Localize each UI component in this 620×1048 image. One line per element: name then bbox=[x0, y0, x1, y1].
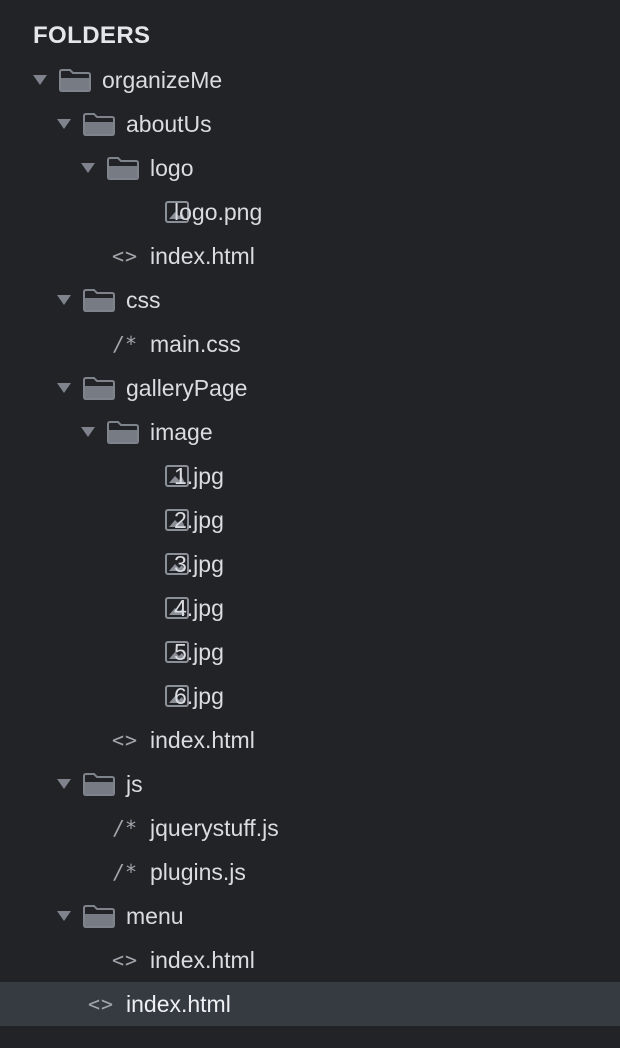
folder-icon bbox=[81, 894, 117, 938]
file-row[interactable]: 2.jpg bbox=[0, 498, 620, 542]
file-row[interactable]: 4.jpg bbox=[0, 586, 620, 630]
file-row[interactable]: 6.jpg bbox=[0, 674, 620, 718]
file-label: jquerystuff.js bbox=[150, 814, 279, 841]
file-row[interactable]: /* main.css bbox=[0, 322, 620, 366]
file-label: 1.jpg bbox=[174, 462, 224, 489]
folder-label: image bbox=[150, 418, 213, 445]
folder-icon bbox=[81, 762, 117, 806]
file-label: index.html bbox=[126, 990, 231, 1017]
folder-label: logo bbox=[150, 154, 194, 181]
folder-icon bbox=[105, 410, 141, 454]
folder-icon bbox=[81, 278, 117, 322]
code-icon: <> bbox=[111, 948, 139, 972]
expand-chevron-icon[interactable] bbox=[57, 366, 71, 410]
folder-icon bbox=[57, 58, 93, 102]
folder-row[interactable]: aboutUs bbox=[0, 102, 620, 146]
code-icon: <> bbox=[111, 244, 139, 268]
file-label: index.html bbox=[150, 242, 255, 269]
folder-row[interactable]: organizeMe bbox=[0, 58, 620, 102]
folder-row[interactable]: galleryPage bbox=[0, 366, 620, 410]
code-icon: <> bbox=[87, 992, 115, 1016]
file-row[interactable]: 3.jpg bbox=[0, 542, 620, 586]
expand-chevron-icon[interactable] bbox=[81, 146, 95, 190]
folder-icon bbox=[81, 366, 117, 410]
file-row[interactable]: <> index.html bbox=[0, 718, 620, 762]
expand-chevron-icon[interactable] bbox=[57, 762, 71, 806]
comment-icon: /* bbox=[112, 860, 138, 884]
folder-label: aboutUs bbox=[126, 110, 212, 137]
folder-label: galleryPage bbox=[126, 374, 248, 401]
file-label: logo.png bbox=[174, 198, 263, 225]
expand-chevron-icon[interactable] bbox=[81, 410, 95, 454]
expand-chevron-icon[interactable] bbox=[33, 58, 47, 102]
folders-section-title: FOLDERS bbox=[33, 22, 151, 49]
file-label: 6.jpg bbox=[174, 682, 224, 709]
folder-row[interactable]: image bbox=[0, 410, 620, 454]
file-label: index.html bbox=[150, 946, 255, 973]
folder-label: organizeMe bbox=[102, 66, 223, 93]
comment-icon: /* bbox=[112, 332, 138, 356]
folder-icon bbox=[105, 146, 141, 190]
file-label: 2.jpg bbox=[174, 506, 224, 533]
file-row[interactable]: 5.jpg bbox=[0, 630, 620, 674]
folder-label: js bbox=[126, 770, 143, 797]
file-tree: organizeMe aboutUs logo logo.png <> index.htm… bbox=[0, 58, 620, 1026]
file-label: 4.jpg bbox=[174, 594, 224, 621]
file-row[interactable]: 1.jpg bbox=[0, 454, 620, 498]
folder-row[interactable]: css bbox=[0, 278, 620, 322]
folder-row[interactable]: menu bbox=[0, 894, 620, 938]
expand-chevron-icon[interactable] bbox=[57, 278, 71, 322]
folder-row[interactable]: js bbox=[0, 762, 620, 806]
file-row[interactable]: /* plugins.js bbox=[0, 850, 620, 894]
file-label: index.html bbox=[150, 726, 255, 753]
file-label: 5.jpg bbox=[174, 638, 224, 665]
file-row[interactable]: <> index.html bbox=[0, 938, 620, 982]
file-row[interactable]: /* jquerystuff.js bbox=[0, 806, 620, 850]
file-row[interactable]: <> index.html bbox=[0, 982, 620, 1026]
file-label: main.css bbox=[150, 330, 241, 357]
expand-chevron-icon[interactable] bbox=[57, 894, 71, 938]
folder-label: menu bbox=[126, 902, 184, 929]
folder-icon bbox=[81, 102, 117, 146]
file-row[interactable]: logo.png bbox=[0, 190, 620, 234]
folder-label: css bbox=[126, 286, 161, 313]
sidebar-panel: FOLDERS organizeMe aboutUs logo logo.png <> i… bbox=[0, 0, 620, 1048]
code-icon: <> bbox=[111, 728, 139, 752]
expand-chevron-icon[interactable] bbox=[57, 102, 71, 146]
file-label: plugins.js bbox=[150, 858, 246, 885]
file-label: 3.jpg bbox=[174, 550, 224, 577]
comment-icon: /* bbox=[112, 816, 138, 840]
folder-row[interactable]: logo bbox=[0, 146, 620, 190]
file-row[interactable]: <> index.html bbox=[0, 234, 620, 278]
